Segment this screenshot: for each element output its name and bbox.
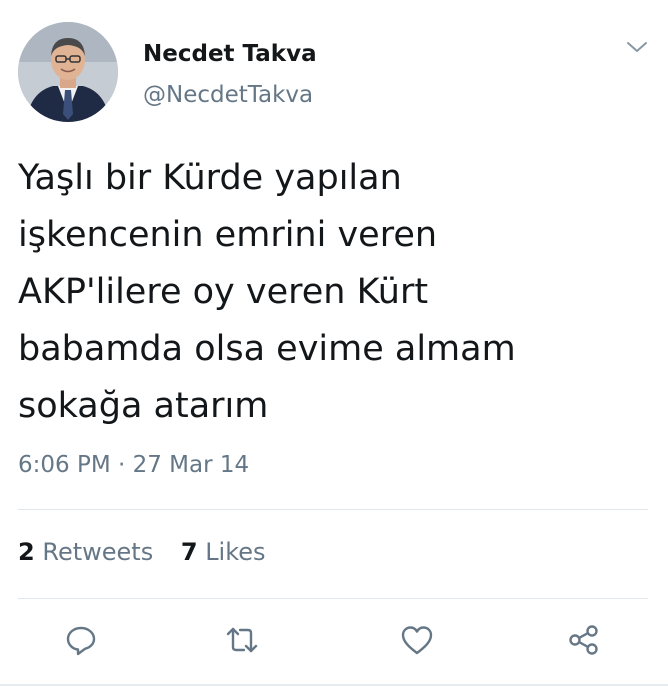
tweet-card: Necdet Takva @NecdetTakva Yaşlı bir Kürd… <box>0 0 668 690</box>
tweet-header: Necdet Takva @NecdetTakva <box>18 22 648 122</box>
user-handle[interactable]: @NecdetTakva <box>143 82 313 108</box>
retweet-icon <box>226 627 258 653</box>
tweet-actions <box>0 618 668 662</box>
retweets-stat[interactable]: 2 Retweets <box>18 538 153 566</box>
chevron-down-icon[interactable] <box>626 39 648 55</box>
tweet-text: Yaşlı bir Kürde yapılan işkencenin emrin… <box>18 158 516 426</box>
profile-photo <box>18 22 118 122</box>
retweets-count: 2 <box>18 538 35 566</box>
heart-icon <box>401 626 433 655</box>
retweet-button[interactable] <box>220 618 264 662</box>
share-button[interactable] <box>562 618 606 662</box>
divider <box>0 684 668 686</box>
likes-count: 7 <box>180 538 198 566</box>
retweets-label: Retweets <box>42 538 154 566</box>
likes-stat[interactable]: 7 Likes <box>181 538 266 566</box>
display-name[interactable]: Necdet Takva <box>143 41 317 67</box>
like-button[interactable] <box>395 618 439 662</box>
reply-button[interactable] <box>59 618 103 662</box>
reply-icon <box>66 626 96 656</box>
avatar[interactable] <box>18 22 118 122</box>
tweet-timestamp[interactable]: 6:06 PM · 27 Mar 14 <box>18 452 249 478</box>
divider <box>18 509 648 510</box>
share-icon <box>569 625 598 655</box>
tweet-stats: 2 Retweets 7 Likes <box>18 538 286 566</box>
divider <box>18 598 648 599</box>
likes-label: Likes <box>205 538 266 566</box>
